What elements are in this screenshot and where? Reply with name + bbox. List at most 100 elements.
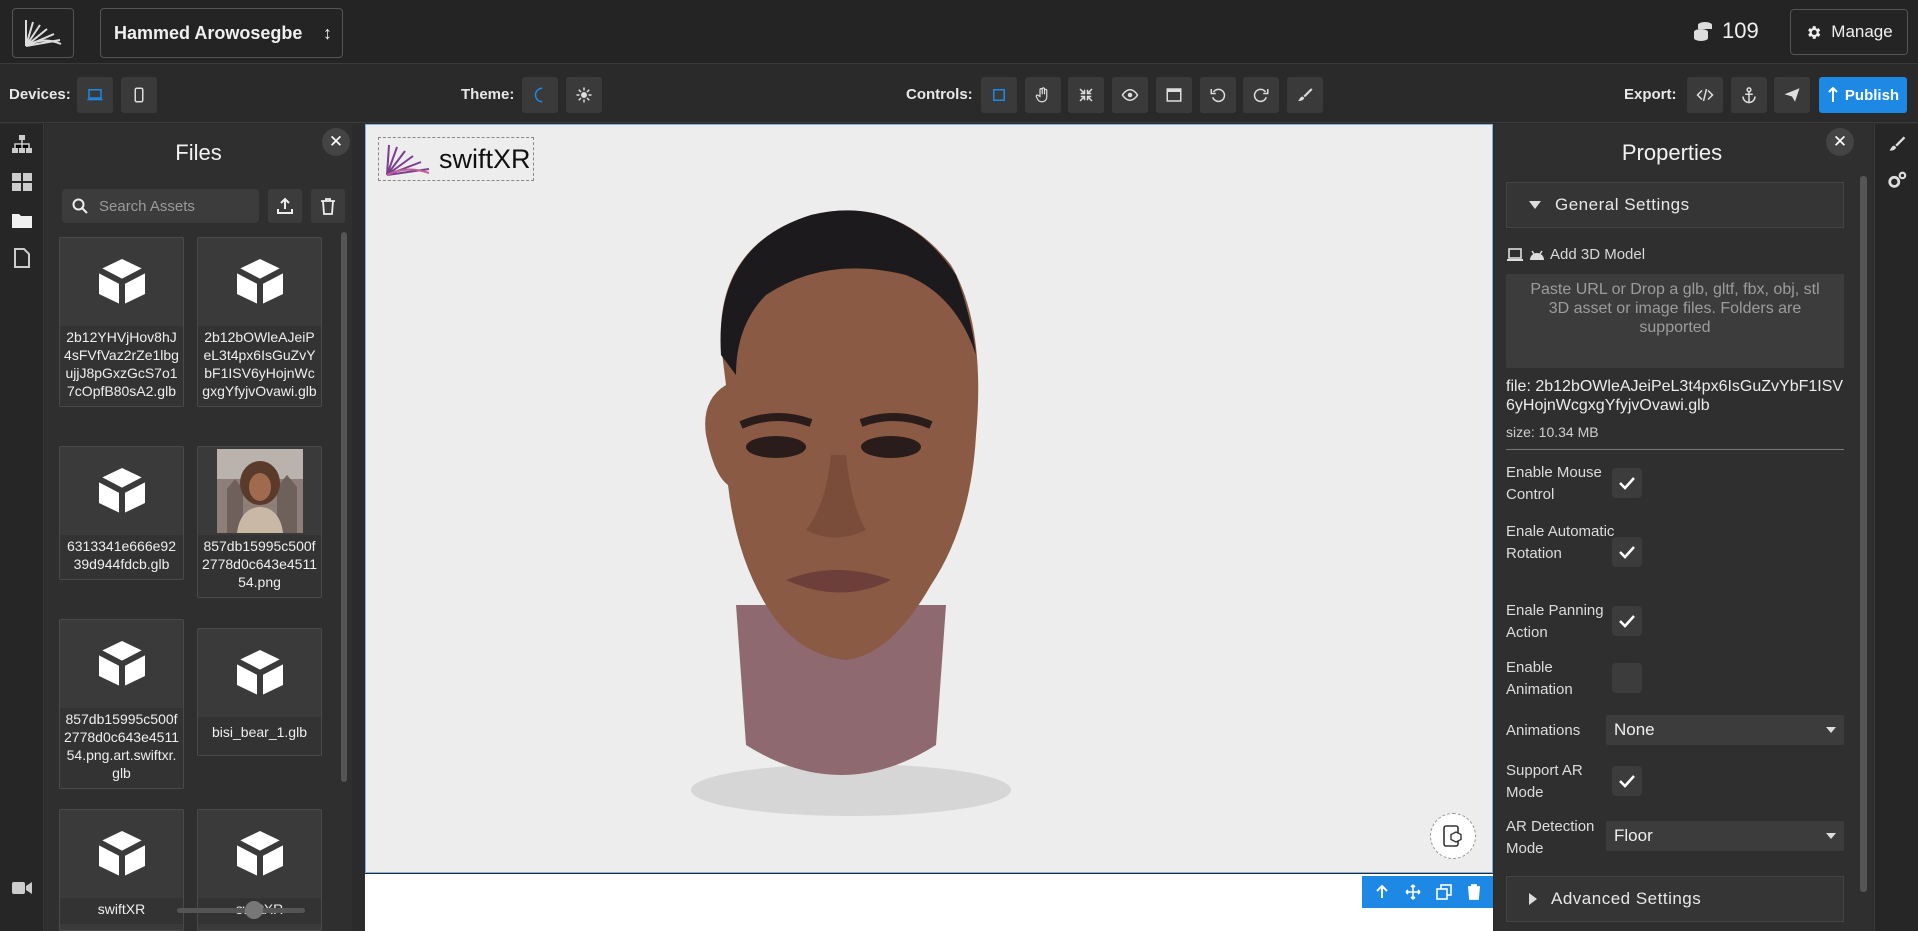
- scene-viewport[interactable]: swiftXR: [365, 124, 1493, 873]
- controls-label: Controls:: [906, 86, 973, 103]
- brand-logo[interactable]: swiftXR: [378, 137, 534, 181]
- support-ar-checkbox[interactable]: [1612, 766, 1642, 796]
- export-label: Export:: [1624, 86, 1677, 103]
- mobile-device-button[interactable]: [121, 77, 157, 113]
- document-icon: [14, 248, 30, 268]
- publish-button[interactable]: Publish: [1819, 77, 1907, 113]
- manage-button[interactable]: Manage: [1790, 9, 1908, 55]
- upload-button[interactable]: [268, 189, 302, 223]
- file-name: 857db15995c500f2778d0c643e451154.png: [198, 535, 321, 597]
- settings-tab[interactable]: [1887, 170, 1907, 190]
- advanced-settings-header[interactable]: Advanced Settings: [1506, 876, 1844, 922]
- hierarchy-tab[interactable]: [12, 134, 32, 154]
- window-control-button[interactable]: [1156, 77, 1192, 113]
- dark-theme-button[interactable]: [522, 77, 558, 113]
- file-card[interactable]: 6313341e666e9239d944fdcb.glb: [59, 446, 184, 580]
- undo-button[interactable]: [1200, 77, 1236, 113]
- paint-control-button[interactable]: [1287, 77, 1323, 113]
- support-ar-label: Support AR Mode: [1506, 762, 1583, 801]
- redo-icon: [1253, 88, 1269, 103]
- trash-icon[interactable]: [1467, 884, 1481, 900]
- duplicate-icon[interactable]: [1436, 884, 1452, 900]
- embed-code-button[interactable]: [1687, 77, 1723, 113]
- viewport-lower-area: [365, 874, 1493, 931]
- file-card[interactable]: 857db15995c500f2778d0c643e451154.png: [197, 446, 322, 598]
- search-input[interactable]: Search Assets: [62, 189, 259, 223]
- light-theme-button[interactable]: [566, 77, 602, 113]
- ar-detection-select[interactable]: Floor: [1606, 821, 1844, 851]
- enable-animation-label: Enable Animation: [1506, 659, 1573, 698]
- delete-assets-button[interactable]: [311, 189, 345, 223]
- file-thumbnail: [198, 629, 321, 717]
- enable-animation-checkbox[interactable]: [1612, 663, 1642, 693]
- thumbnail-size-slider[interactable]: [177, 908, 305, 913]
- file-card[interactable]: swiftXR: [59, 809, 184, 931]
- properties-scrollbar[interactable]: [1860, 176, 1867, 892]
- app-logo[interactable]: [12, 8, 74, 58]
- eye-icon: [1121, 88, 1139, 102]
- advanced-settings-label: Advanced Settings: [1551, 889, 1702, 908]
- file-name: 857db15995c500f2778d0c643e451154.png.art…: [60, 708, 183, 788]
- swiftxr-logo-icon: [25, 20, 62, 47]
- properties-divider: [1506, 449, 1844, 450]
- cube-icon: [235, 831, 284, 877]
- style-tab[interactable]: [1887, 134, 1907, 154]
- select-square-icon: [993, 89, 1005, 101]
- properties-close-button[interactable]: ✕: [1826, 128, 1854, 156]
- current-file-size: size: 10.34 MB: [1506, 424, 1599, 440]
- avatar-image-icon: [216, 449, 303, 533]
- mobile-icon: [134, 87, 144, 103]
- advanced-settings-section: Advanced Settings: [1506, 876, 1844, 922]
- desktop-device-button[interactable]: [77, 77, 113, 113]
- sitemap-icon: [12, 135, 32, 153]
- file-name: 6313341e666e9239d944fdcb.glb: [60, 535, 183, 579]
- cube-icon: [235, 650, 284, 696]
- account-selector[interactable]: Hammed Arowosegbe ↕: [100, 8, 343, 58]
- send-button[interactable]: [1774, 77, 1810, 113]
- add-model-label: Add 3D Model: [1506, 246, 1645, 263]
- files-tab[interactable]: [12, 210, 32, 230]
- pan-control-button[interactable]: [1025, 77, 1061, 113]
- editor-toolbar: Devices: Theme: Controls: Export: Publis…: [0, 65, 1918, 123]
- files-title: Files: [175, 140, 222, 165]
- model-dropzone-input[interactable]: Paste URL or Drop a glb, gltf, fbx, obj,…: [1506, 274, 1844, 368]
- caret-down-icon: [1529, 201, 1541, 209]
- mouse-control-checkbox[interactable]: [1612, 468, 1642, 498]
- ar-view-button[interactable]: [1430, 813, 1476, 859]
- layout-tab[interactable]: [12, 172, 32, 192]
- select-control-button[interactable]: [981, 77, 1017, 113]
- file-name: 2b12bOWleAJeiPeL3t4px6IsGuZvYbF1ISV6yHoj…: [198, 326, 321, 406]
- file-card[interactable]: 2b12bOWleAJeiPeL3t4px6IsGuZvYbF1ISV6yHoj…: [197, 237, 322, 407]
- general-settings-header[interactable]: General Settings: [1506, 182, 1844, 228]
- panning-action-checkbox[interactable]: [1612, 606, 1642, 636]
- file-card[interactable]: 857db15995c500f2778d0c643e451154.png.art…: [59, 619, 184, 789]
- 3d-model-head[interactable]: [666, 185, 1046, 825]
- animations-select[interactable]: None: [1606, 715, 1844, 745]
- file-name: swiftXR: [60, 898, 183, 924]
- publish-arrow-icon: [1828, 87, 1838, 102]
- credits-count: 109: [1722, 18, 1759, 43]
- pages-tab[interactable]: [12, 248, 32, 268]
- file-card[interactable]: bisi_bear_1.glb: [197, 628, 322, 756]
- video-tab[interactable]: [12, 878, 32, 898]
- ar-detection-label: AR Detection Mode: [1506, 818, 1595, 857]
- sun-icon: [576, 87, 592, 103]
- files-scrollbar[interactable]: [341, 232, 347, 782]
- gears-icon: [1888, 171, 1907, 188]
- thumbnail-size-slider-thumb[interactable]: [245, 901, 263, 919]
- files-close-button[interactable]: ✕: [322, 128, 350, 156]
- file-card[interactable]: 2b12YHVjHov8hJ4sFVfVaz2rZe1lbgujjJ8pGxzG…: [59, 237, 184, 407]
- move-icon[interactable]: [1405, 884, 1421, 900]
- coins-icon: [1694, 22, 1712, 41]
- search-placeholder: Search Assets: [99, 197, 195, 215]
- automatic-rotation-checkbox[interactable]: [1612, 537, 1642, 567]
- redo-button[interactable]: [1243, 77, 1279, 113]
- file-thumbnail: [198, 238, 321, 326]
- preview-control-button[interactable]: [1112, 77, 1148, 113]
- swiftxr-logo-icon: [386, 144, 430, 176]
- left-nav-rail: [0, 124, 44, 931]
- arrow-up-icon[interactable]: [1374, 884, 1390, 900]
- fit-control-button[interactable]: [1068, 77, 1104, 113]
- general-settings-label: General Settings: [1555, 195, 1690, 214]
- anchor-button[interactable]: [1731, 77, 1767, 113]
